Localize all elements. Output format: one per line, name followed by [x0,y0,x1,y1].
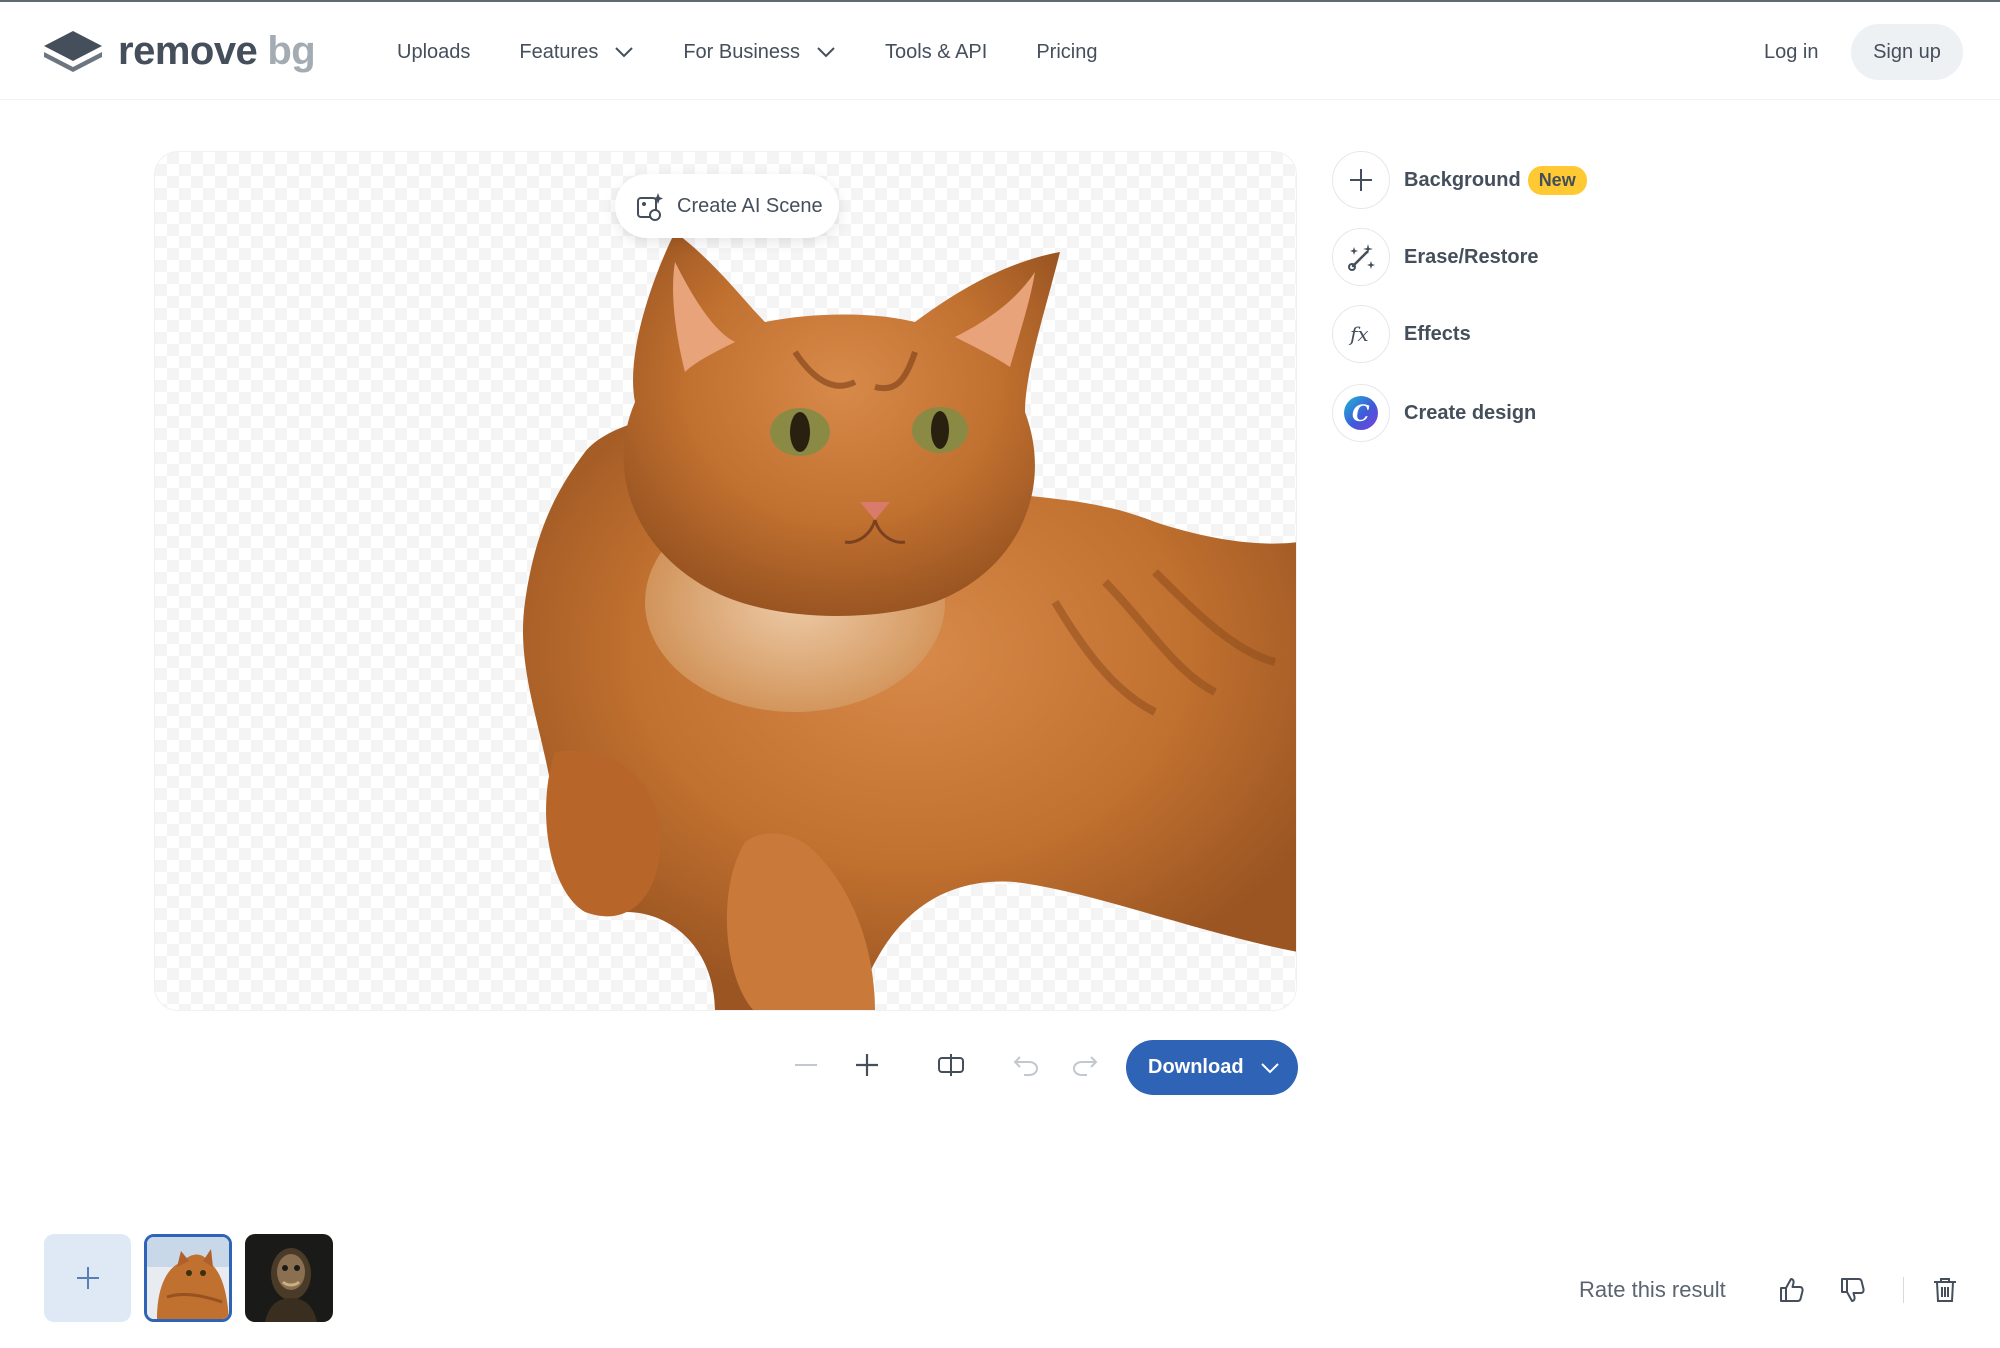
logo-text-main: remove [118,28,258,73]
undo-icon [1013,1056,1039,1076]
nav-tools-api[interactable]: Tools & API [885,36,987,68]
footer-divider [1903,1277,1904,1303]
delete-button[interactable] [1927,1272,1963,1308]
nav-tools-api-label: Tools & API [885,40,988,63]
main-nav: Uploads Features For Business Tools & AP… [397,36,1146,68]
add-image-button[interactable] [44,1234,131,1322]
tool-erase-restore-label: Erase/Restore [1404,245,1539,268]
nav-features[interactable]: Features [519,36,634,68]
header: remove bg Uploads Features For Business … [0,2,2000,100]
redo-icon [1072,1056,1098,1076]
tool-create-design[interactable]: C Create design [1332,384,1536,442]
zoom-out-button[interactable] [784,1043,828,1087]
nav-pricing[interactable]: Pricing [1036,36,1097,68]
chevron-down-icon [817,47,835,58]
canva-icon: C [1344,396,1378,430]
tool-create-design-label: Create design [1404,401,1537,424]
nav-uploads[interactable]: Uploads [397,36,470,68]
tool-effects[interactable]: fx Effects [1332,305,1471,363]
thumbs-up-icon [1780,1278,1804,1302]
svg-text:C: C [1352,401,1370,427]
fx-icon: fx [1348,322,1369,346]
logo-layers-icon [44,31,102,72]
nav-for-business-label: For Business [683,40,801,63]
trash-icon [1934,1278,1956,1302]
cat-image [522,232,1296,1010]
compare-icon [938,1054,964,1076]
undo-button[interactable] [1004,1043,1048,1087]
thumbs-down-button[interactable] [1835,1272,1871,1308]
thumbnail-cat-image [147,1237,229,1319]
minus-icon [795,1064,817,1066]
tool-background-label: Background [1404,168,1521,191]
thumbs-up-button[interactable] [1774,1272,1810,1308]
logo[interactable]: remove bg [42,26,316,76]
thumbnail-cat[interactable] [144,1234,232,1322]
chevron-down-icon [615,47,634,58]
nav-pricing-label: Pricing [1036,40,1098,63]
tool-erase-restore[interactable]: Erase/Restore [1332,228,1539,286]
nav-uploads-label: Uploads [397,40,471,63]
plus-icon [856,1054,878,1076]
tool-background[interactable]: Background New [1332,151,1587,209]
tool-effects-circle: fx [1332,305,1390,363]
logo-wordmark: remove bg [118,28,316,74]
rate-result-label: Rate this result [1579,1277,1726,1302]
create-ai-scene-label: Create AI Scene [677,194,823,217]
thumbnail-portrait-image [245,1234,333,1322]
create-ai-scene-button[interactable]: Create AI Scene [615,174,839,238]
plus-icon [1350,169,1372,191]
image-canvas[interactable]: Create AI Scene [154,151,1297,1011]
download-label: Download [1148,1056,1244,1078]
sparkle-scene-icon [637,193,663,221]
download-button[interactable]: Download [1126,1040,1298,1095]
signup-button[interactable]: Sign up [1851,24,1963,80]
tool-create-design-circle: C [1332,384,1390,442]
tool-effects-label: Effects [1404,322,1471,345]
svg-text:fx: fx [1348,322,1369,346]
new-badge: New [1527,165,1587,195]
zoom-in-button[interactable] [845,1043,889,1087]
thumbs-down-icon [1841,1278,1865,1302]
plus-icon [76,1267,99,1289]
login-link[interactable]: Log in [1764,36,1819,68]
redo-button[interactable] [1063,1043,1107,1087]
tool-background-circle [1332,151,1390,209]
nav-features-label: Features [519,40,599,63]
chevron-down-icon [1260,1062,1279,1073]
compare-button[interactable] [929,1043,973,1087]
magic-brush-icon [1348,244,1375,271]
tool-erase-restore-circle [1332,228,1390,286]
logo-text-suffix: bg [267,28,316,73]
nav-for-business[interactable]: For Business [683,36,836,68]
thumbnail-portrait[interactable] [245,1234,333,1322]
